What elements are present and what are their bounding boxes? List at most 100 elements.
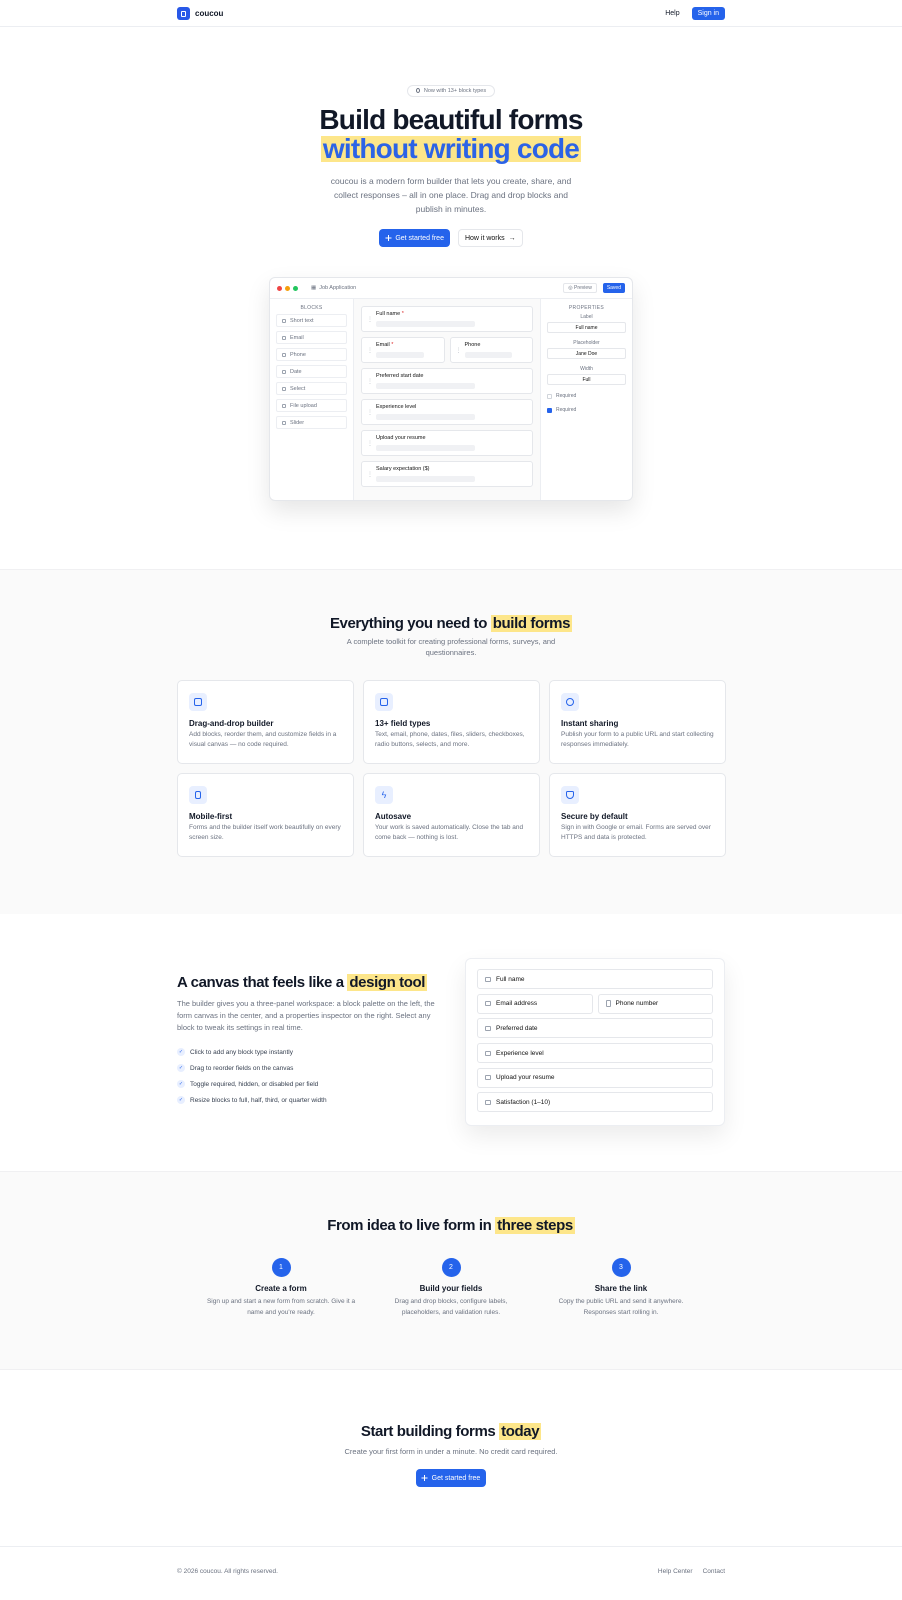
window-close-dot xyxy=(277,285,282,291)
check-item: ✓ Toggle required, hidden, or disabled pe… xyxy=(177,1076,439,1092)
field-label: Upload your resume xyxy=(376,435,426,441)
block-short-text[interactable]: Short text xyxy=(276,314,347,327)
input-icon xyxy=(375,693,393,711)
properties-title: PROPERTIES xyxy=(568,305,605,311)
step-desc: Copy the public URL and send it anywhere… xyxy=(558,1298,684,1316)
grid-icon: ▦ xyxy=(311,285,317,291)
steps-title: From idea to live form in three steps xyxy=(0,1217,902,1234)
step-item: 3 Share the link Copy the public URL and s… xyxy=(546,1258,696,1318)
canvas-field[interactable]: Preferred start date xyxy=(361,368,533,394)
block-slider[interactable]: Slider xyxy=(276,416,347,429)
calendar-icon xyxy=(485,1025,491,1031)
brand-logo[interactable]: coucou xyxy=(177,7,223,20)
check-icon: ✓ xyxy=(177,1064,185,1072)
step-item: 2 Build your fields Drag and drop blocks, … xyxy=(376,1258,526,1318)
preview-field[interactable]: Email address xyxy=(477,993,593,1014)
field-label: Preferred start date xyxy=(376,373,424,379)
canvas-field[interactable]: Email * xyxy=(361,337,445,363)
step-item: 1 Create a form Sign up and start a new fo… xyxy=(206,1258,356,1318)
saved-button[interactable]: Saved xyxy=(602,283,625,293)
prop-placeholder-label: Placeholder xyxy=(573,340,600,346)
preview-field[interactable]: Phone number xyxy=(597,993,713,1014)
check-label: Toggle required, hidden, or disabled per… xyxy=(190,1080,319,1088)
prop-label-input[interactable]: Full name xyxy=(547,322,626,333)
text-icon xyxy=(485,976,491,982)
feature-title: Secure by default xyxy=(561,812,628,821)
step-number: 3 xyxy=(611,1258,631,1277)
form-canvas: Full name * Email * Phone Preferred star… xyxy=(354,299,541,500)
final-get-started-button[interactable]: Get started free xyxy=(415,1469,487,1487)
sparkle-icon xyxy=(422,1475,428,1481)
preview-field-label: Preferred date xyxy=(496,1024,538,1032)
block-select[interactable]: Select xyxy=(276,382,347,395)
get-started-button[interactable]: Get started free xyxy=(379,229,450,247)
check-icon: ✓ xyxy=(177,1080,185,1088)
canvas-field[interactable]: Salary expectation ($) xyxy=(361,461,533,487)
feature-card: Drag-and-drop builder Add blocks, reorder… xyxy=(177,680,354,764)
field-label: Experience level xyxy=(376,404,417,410)
shield-icon xyxy=(561,786,579,804)
block-palette: BLOCKS Short text Email Phone Date Selec… xyxy=(270,299,354,500)
final-title-highlight: today xyxy=(499,1423,542,1440)
preview-field[interactable]: Preferred date xyxy=(477,1018,713,1039)
final-title: Start building forms today xyxy=(0,1423,902,1440)
block-label: File upload xyxy=(290,402,317,409)
copyright: © 2026 coucou. All rights reserved. xyxy=(177,1567,278,1575)
help-link[interactable]: Help xyxy=(665,10,679,17)
feature-title: 13+ field types xyxy=(375,719,431,728)
block-phone[interactable]: Phone xyxy=(276,348,347,361)
contact-link[interactable]: Contact xyxy=(703,1568,725,1575)
required-checkbox-checked[interactable]: Required xyxy=(547,407,626,413)
mail-icon xyxy=(282,335,286,340)
window-minimize-dot xyxy=(285,285,290,291)
text-icon xyxy=(282,318,286,323)
preview-field[interactable]: Satisfaction (1–10) xyxy=(477,1092,713,1113)
feature-desc: Text, email, phone, dates, files, slider… xyxy=(375,731,525,748)
sign-in-button[interactable]: Sign in xyxy=(691,7,725,20)
hero-title: Build beautiful forms without writing co… xyxy=(0,105,902,163)
feature-card: ϟ Autosave Your work is saved automaticall… xyxy=(363,773,540,857)
properties-panel: PROPERTIES Label Full name Placeholder J… xyxy=(541,299,632,500)
preview-field-label: Upload your resume xyxy=(496,1074,555,1082)
block-email[interactable]: Email xyxy=(276,331,347,344)
hero-title-line1: Build beautiful forms xyxy=(319,104,583,135)
field-label: Email xyxy=(376,342,390,348)
preview-button[interactable]: ◎ Preview xyxy=(563,283,597,293)
preview-label: Preview xyxy=(574,285,592,291)
feature-title: Autosave xyxy=(375,812,412,821)
prop-width-label: Width xyxy=(580,366,593,372)
check-icon: ✓ xyxy=(177,1048,185,1056)
features-title-highlight: build forms xyxy=(490,615,573,632)
prop-placeholder-input[interactable]: Jane Doe xyxy=(547,348,626,359)
canvas-title-text: A canvas that feels like a xyxy=(177,974,344,991)
prop-width-select[interactable]: Full xyxy=(547,374,626,385)
features-section: Everything you need to build forms A com… xyxy=(0,569,902,914)
canvas-section: A canvas that feels like a design tool T… xyxy=(0,914,902,1171)
final-cta-label: Get started free xyxy=(431,1474,481,1482)
layout-icon xyxy=(189,693,207,711)
final-cta-section: Start building forms today Create your f… xyxy=(0,1369,902,1546)
preview-field[interactable]: Experience level xyxy=(477,1043,713,1064)
slider-icon xyxy=(485,1099,491,1105)
step-desc: Sign up and start a new form from scratc… xyxy=(206,1298,356,1316)
block-date[interactable]: Date xyxy=(276,365,347,378)
canvas-field[interactable]: Upload your resume xyxy=(361,430,533,456)
preview-field[interactable]: Full name xyxy=(477,969,713,989)
canvas-field[interactable]: Phone xyxy=(449,337,533,363)
phone-icon xyxy=(189,786,207,804)
file-icon xyxy=(282,403,286,408)
canvas-field[interactable]: Full name * xyxy=(361,306,533,332)
feature-card: 13+ field types Text, email, phone, dates… xyxy=(363,680,540,764)
field-label: Full name xyxy=(376,311,401,317)
canvas-field[interactable]: Experience level xyxy=(361,399,533,425)
brand-name: coucou xyxy=(195,9,224,18)
palette-title: BLOCKS xyxy=(300,305,323,311)
block-file-upload[interactable]: File upload xyxy=(276,399,347,412)
list-icon xyxy=(282,386,286,391)
required-checkbox[interactable]: Required xyxy=(547,393,626,399)
preview-field[interactable]: Upload your resume xyxy=(477,1067,713,1088)
phone-icon xyxy=(605,1000,611,1008)
how-it-works-button[interactable]: How it works → xyxy=(457,229,523,247)
help-center-link[interactable]: Help Center xyxy=(658,1568,693,1575)
block-label: Date xyxy=(290,368,302,375)
